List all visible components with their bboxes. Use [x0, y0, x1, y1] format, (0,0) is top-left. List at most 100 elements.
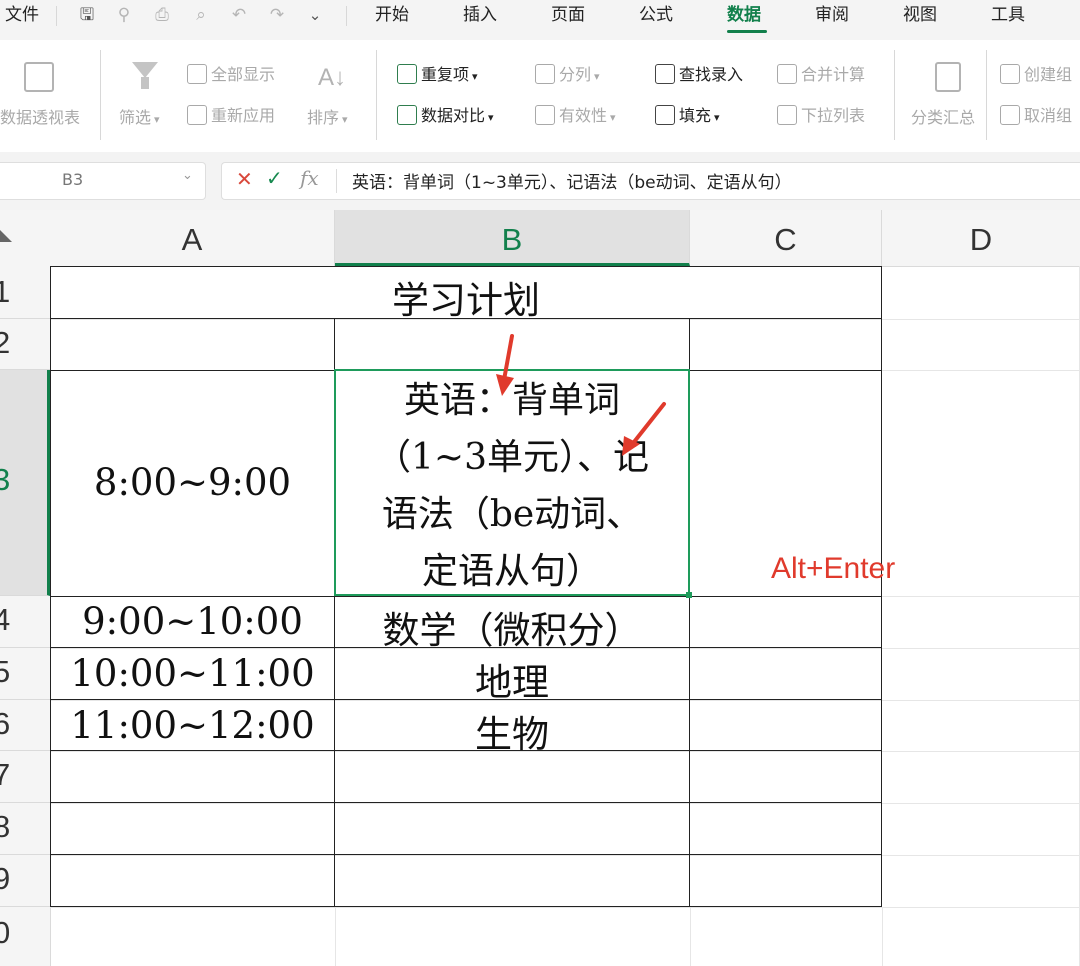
row-number: 4 [0, 602, 11, 637]
validity-label: 有效性 [559, 106, 608, 125]
row-header-9[interactable]: 9 [0, 855, 50, 907]
fill-icon [655, 105, 675, 125]
menu-divider [346, 6, 347, 26]
row-header-4[interactable]: 4 [0, 596, 50, 648]
filter-button[interactable]: 筛选 ▾ [119, 104, 160, 128]
chevron-down-icon: ▾ [610, 111, 616, 124]
tab-review[interactable]: 审阅 [815, 0, 849, 32]
table-border [50, 266, 51, 907]
split-column-button[interactable]: 分列 ▾ [535, 62, 600, 88]
row-header-10[interactable]: 0 [0, 907, 50, 966]
share-icon[interactable]: ⚲ [113, 4, 135, 26]
reapply-button[interactable]: 重新应用 [187, 103, 275, 129]
select-all-corner[interactable] [0, 230, 12, 242]
name-box[interactable] [0, 162, 206, 200]
undo-icon[interactable]: ↶ [228, 4, 250, 26]
row-number: 9 [0, 861, 11, 896]
tab-insert[interactable]: 插入 [463, 0, 497, 32]
show-all-button[interactable]: 全部显示 [187, 62, 275, 88]
cell-a1-title[interactable]: 学习计划 [51, 270, 881, 324]
gridline [690, 907, 691, 966]
compare-button[interactable]: 数据对比 ▾ [397, 103, 494, 129]
row-header-3[interactable]: 3 [0, 370, 50, 596]
row-header-6[interactable]: 6 [0, 700, 50, 751]
tab-page[interactable]: 页面 [551, 0, 585, 32]
gridline [335, 907, 336, 966]
row-number: 3 [0, 462, 11, 497]
chevron-down-icon[interactable]: ⌄ [304, 4, 326, 26]
cell-a6[interactable]: 11:00~12:00 [51, 704, 334, 747]
sort-icon[interactable]: A↓ [318, 64, 346, 92]
formula-content[interactable]: 英语：背单词（1~3单元）、记语法（be动词、定语从句） [352, 168, 792, 193]
subtotal-button[interactable]: 分类汇总 [911, 104, 975, 128]
print-icon[interactable]: ⎙ [151, 4, 173, 26]
row-header-7[interactable]: 7 [0, 751, 50, 803]
column-header-c[interactable]: C [690, 210, 882, 266]
ribbon-toolbar: 数据透视表 筛选 ▾ 全部显示 重新应用 A↓ 排序 ▾ 重复项 ▾ 数据对比 ▾ 分列… [0, 40, 1080, 153]
row-header-5[interactable]: 5 [0, 648, 50, 700]
column-header-a[interactable]: A [50, 210, 335, 266]
tab-view[interactable]: 视图 [903, 0, 937, 32]
sort-button[interactable]: 排序 ▾ [307, 104, 348, 128]
cell-a5[interactable]: 10:00~11:00 [51, 652, 334, 695]
lookup-entry-button[interactable]: 查找录入 [655, 62, 743, 88]
fill-handle[interactable] [686, 592, 692, 598]
consolidate-button[interactable]: 合并计算 [777, 62, 865, 88]
close-icon[interactable]: ✕ [236, 167, 253, 191]
group-icon [1000, 64, 1020, 84]
ribbon-divider [894, 50, 895, 140]
filter-clear-icon [187, 64, 207, 84]
column-header-b[interactable]: B [335, 210, 690, 266]
gridline [882, 907, 883, 966]
tab-home[interactable]: 开始 [375, 0, 409, 32]
tab-formula[interactable]: 公式 [639, 0, 673, 32]
reapply-label: 重新应用 [211, 106, 276, 125]
tab-tools[interactable]: 工具 [991, 0, 1025, 32]
lookup-entry-label: 查找录入 [679, 65, 744, 84]
sort-label: 排序 [307, 108, 340, 127]
filter-icon-stem [141, 77, 149, 89]
pivot-table-icon[interactable] [24, 62, 54, 92]
chevron-down-icon: ▾ [342, 113, 348, 126]
fill-button[interactable]: 填充 ▾ [655, 103, 720, 129]
dropdown-list-button[interactable]: 下拉列表 [777, 103, 865, 129]
subtotal-icon[interactable] [935, 62, 961, 92]
dropdown-list-icon [777, 105, 797, 125]
check-icon[interactable]: ✓ [266, 166, 283, 190]
chevron-down-icon: ▾ [594, 70, 600, 83]
save-icon[interactable]: 🖫 [76, 4, 98, 26]
name-box-value: B3 [62, 170, 84, 189]
chevron-down-icon: ▾ [472, 70, 478, 83]
create-group-button[interactable]: 创建组 [1000, 62, 1072, 88]
column-header-d[interactable]: D [882, 210, 1080, 266]
pivot-table-button[interactable]: 数据透视表 [0, 104, 80, 128]
duplicates-button[interactable]: 重复项 ▾ [397, 62, 478, 88]
filter-refresh-icon [187, 105, 207, 125]
duplicates-icon [397, 64, 417, 84]
ungroup-icon [1000, 105, 1020, 125]
redo-icon[interactable]: ↷ [266, 4, 288, 26]
menu-file[interactable]: 文件 [5, 0, 39, 32]
cell-b4[interactable]: 数学（微积分） [335, 600, 689, 654]
ungroup-button[interactable]: 取消组 [1000, 103, 1072, 129]
table-border [50, 906, 882, 907]
consolidate-icon [777, 64, 797, 84]
tab-data[interactable]: 数据 [727, 0, 761, 32]
filter-icon[interactable] [132, 62, 158, 78]
row-header-1[interactable]: 1 [0, 266, 50, 319]
row-number: 7 [0, 757, 11, 792]
cell-b5[interactable]: 地理 [335, 652, 689, 706]
gridline [50, 855, 1080, 856]
validity-button[interactable]: 有效性 ▾ [535, 103, 616, 129]
row-header-8[interactable]: 8 [0, 803, 50, 855]
row-header-2[interactable]: 2 [0, 319, 50, 370]
cell-a3[interactable]: 8:00~9:00 [51, 461, 334, 504]
table-border [50, 266, 882, 267]
cell-a4[interactable]: 9:00~10:00 [51, 600, 334, 643]
consolidate-label: 合并计算 [801, 65, 866, 84]
chevron-down-icon[interactable]: ⌄ [182, 168, 193, 183]
cell-b6[interactable]: 生物 [335, 704, 689, 758]
show-all-label: 全部显示 [211, 65, 276, 84]
print-preview-icon[interactable]: ⌕ [190, 4, 212, 26]
function-icon[interactable]: fx [300, 166, 319, 190]
